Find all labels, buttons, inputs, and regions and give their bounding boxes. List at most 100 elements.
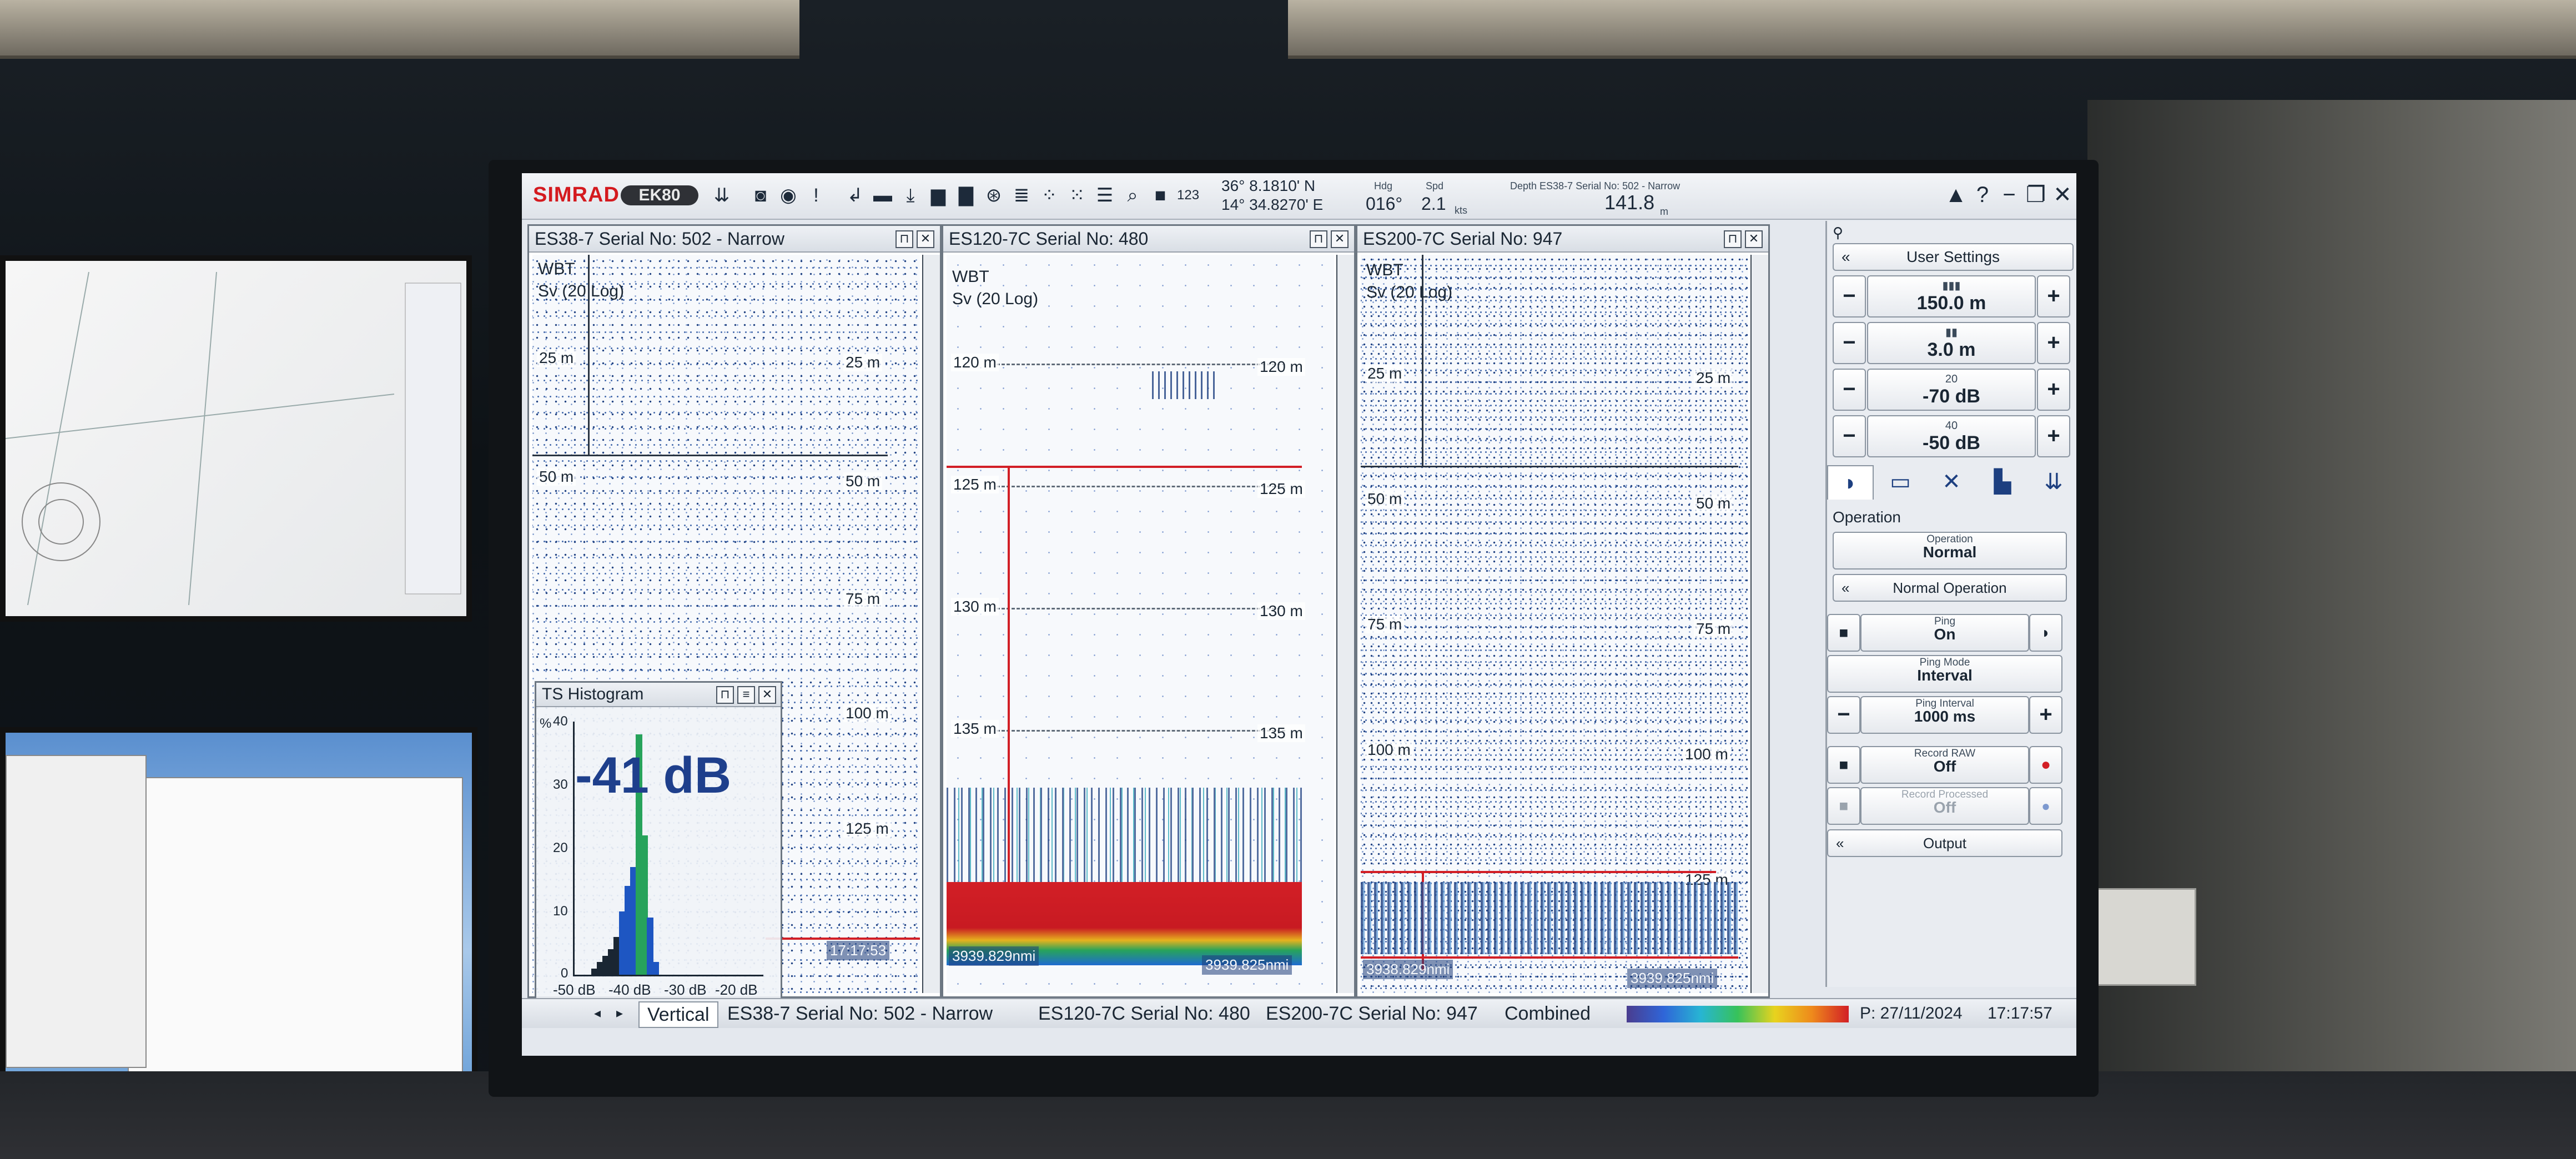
- close-icon[interactable]: ✕: [1745, 230, 1763, 248]
- histogram-y-tick: 10: [553, 904, 568, 919]
- record-raw-indicator[interactable]: ●: [2029, 746, 2062, 784]
- video-icon[interactable]: ■: [1149, 184, 1171, 206]
- scroll-right-icon[interactable]: ▸: [616, 1001, 623, 1026]
- zoom-icon[interactable]: ⌕: [1121, 184, 1144, 206]
- ping-interval-minus-button[interactable]: −: [1827, 696, 1860, 734]
- distance-left: 3939.829nmi: [949, 946, 1039, 966]
- echogram-view[interactable]: WBT Sv (20 Log) 120 m 120 m 125 m 125 m …: [947, 255, 1334, 993]
- close-icon[interactable]: ✕: [758, 686, 776, 704]
- tab-operation-icon[interactable]: ◗: [1827, 465, 1874, 500]
- triangle-up-icon[interactable]: ▲: [1943, 181, 1969, 209]
- record-raw-toggle[interactable]: Record RAW Off: [1860, 746, 2029, 784]
- tab-layout-icon[interactable]: ▙: [1980, 465, 2025, 498]
- record-processed-indicator: ●: [2029, 787, 2062, 825]
- range-plus-button[interactable]: +: [2037, 275, 2070, 318]
- normal-operation-button[interactable]: « Normal Operation: [1833, 574, 2067, 602]
- brand-logo: SIMRAD: [533, 183, 620, 206]
- tab-setup-icon[interactable]: ✕: [1929, 465, 1974, 498]
- tvg20-minus-button[interactable]: −: [1833, 369, 1866, 411]
- ping-mode-selector[interactable]: Ping Mode Interval: [1827, 655, 2062, 693]
- tab-display-icon[interactable]: ▭: [1878, 465, 1923, 498]
- vertical-scrollbar[interactable]: [922, 255, 940, 993]
- target-icon[interactable]: ⊛: [983, 184, 1005, 206]
- ping-toggle[interactable]: Ping On: [1860, 614, 2029, 652]
- ceiling-light-right: [1288, 0, 2576, 59]
- ping-interval-value[interactable]: Ping Interval 1000 ms: [1860, 696, 2029, 734]
- download-icon[interactable]: ⤓: [899, 184, 922, 206]
- tvg40-value[interactable]: 40 -50 dB: [1867, 415, 2036, 457]
- bottom-detection-line: [766, 938, 920, 940]
- latitude-readout: 36° 8.1810' N: [1221, 177, 1316, 194]
- layer-icon[interactable]: ≣: [1010, 184, 1033, 206]
- pin-icon[interactable]: ⚲: [1833, 224, 1843, 241]
- ts-histogram-window[interactable]: TS Histogram ⊓ ≡ ✕ % 40 30 20 10 0 -41 d…: [535, 681, 782, 1017]
- chevron-left-icon: «: [1842, 248, 1850, 265]
- desktop-screen: [6, 733, 472, 1094]
- tab-more-icon[interactable]: ⇊: [2031, 465, 2076, 498]
- list-icon[interactable]: ☰: [1094, 184, 1116, 206]
- tvg40-minus-button[interactable]: −: [1833, 415, 1866, 457]
- record-raw-stop-button[interactable]: ■: [1827, 746, 1860, 784]
- back-arrow-icon[interactable]: ↲: [844, 184, 866, 206]
- start-value-text: 3.0 m: [1927, 339, 1976, 360]
- tab-es200[interactable]: ES200-7C Serial No: 947: [1266, 1001, 1478, 1026]
- tvg20-value[interactable]: 20 -70 dB: [1867, 369, 2036, 411]
- range-value[interactable]: ▮▮▮ 150.0 m: [1867, 275, 2036, 318]
- operation-heading: Operation: [1833, 508, 1901, 526]
- record-processed-stop-button: ■: [1827, 787, 1860, 825]
- restore-icon[interactable]: ❐: [2023, 181, 2049, 209]
- minimize-icon[interactable]: −: [1996, 181, 2022, 209]
- pin-icon[interactable]: ⊓: [1310, 230, 1327, 248]
- pin-icon[interactable]: ⊓: [895, 230, 913, 248]
- start-plus-button[interactable]: +: [2037, 322, 2070, 364]
- menu-icon[interactable]: ≡: [737, 686, 755, 704]
- ping-sound-button[interactable]: ◗: [2029, 614, 2062, 652]
- echogram-view[interactable]: WBT Sv (20 Log) 25 m 25 m 50 m 50 m 75 m…: [1361, 255, 1748, 993]
- user-settings-button[interactable]: « User Settings: [1833, 243, 2074, 271]
- distance-right: 3939.825nmi: [1202, 955, 1292, 975]
- tab-vertical[interactable]: Vertical: [638, 1001, 718, 1028]
- vertical-scrollbar[interactable]: [1750, 255, 1768, 993]
- tvg40-plus-button[interactable]: +: [2037, 415, 2070, 457]
- tab-es38[interactable]: ES38-7 Serial No: 502 - Narrow: [727, 1001, 993, 1026]
- histogram-y-tick: 40: [553, 714, 568, 729]
- vertical-scrollbar[interactable]: [1336, 255, 1354, 993]
- bar-chart-icon[interactable]: ▇: [955, 184, 977, 206]
- color-scale-icon[interactable]: ▬: [872, 184, 894, 206]
- close-icon[interactable]: ✕: [1331, 230, 1349, 248]
- depth-label-right: 125 m: [1257, 480, 1305, 498]
- ping-interval-plus-button[interactable]: +: [2029, 696, 2062, 734]
- close-icon[interactable]: ✕: [2050, 181, 2075, 209]
- scroll-left-icon[interactable]: ◂: [594, 1001, 601, 1026]
- transceiver-type: WBT: [538, 260, 575, 278]
- tvg20-plus-button[interactable]: +: [2037, 369, 2070, 411]
- ping-value: On: [1934, 626, 1956, 643]
- start-value[interactable]: ▮▮ 3.0 m: [1867, 322, 2036, 364]
- numbers-icon[interactable]: 123: [1177, 184, 1199, 206]
- help-icon[interactable]: ?: [1970, 181, 1995, 209]
- time-stamp: 17:17:57: [1988, 1004, 2052, 1022]
- pin-icon[interactable]: ⊓: [1724, 230, 1742, 248]
- tab-es120[interactable]: ES120-7C Serial No: 480: [1038, 1001, 1250, 1026]
- ping-stop-button[interactable]: ■: [1827, 614, 1860, 652]
- scatter-icon[interactable]: ⁘: [1038, 184, 1060, 206]
- range-minus-button[interactable]: −: [1833, 275, 1866, 318]
- user-settings-label: User Settings: [1906, 248, 2000, 265]
- small-window: [6, 755, 147, 1068]
- alert-icon[interactable]: !: [805, 184, 827, 206]
- tab-combined[interactable]: Combined: [1505, 1001, 1591, 1026]
- bottom-bar: ◂ ▸ Vertical ES38-7 Serial No: 502 - Nar…: [522, 998, 2076, 1028]
- start-minus-button[interactable]: −: [1833, 322, 1866, 364]
- control-panel: ⚲ « User Settings − ▮▮▮ 150.0 m + − ▮▮ 3…: [1825, 221, 2076, 987]
- record-icon[interactable]: ◉: [777, 184, 799, 206]
- camera-icon[interactable]: ◙: [749, 184, 772, 206]
- output-button[interactable]: « Output: [1827, 829, 2062, 857]
- folder-icon[interactable]: ▆: [927, 184, 949, 206]
- operation-selector[interactable]: Operation Normal: [1833, 532, 2067, 570]
- plankton-layer: [947, 788, 1302, 882]
- close-icon[interactable]: ✕: [917, 230, 934, 248]
- scatter2-icon[interactable]: ⁙: [1066, 184, 1088, 206]
- chevron-double-down-icon[interactable]: ⇊: [711, 184, 733, 206]
- histogram-y-tick: 30: [553, 777, 568, 792]
- pin-icon[interactable]: ⊓: [716, 686, 734, 704]
